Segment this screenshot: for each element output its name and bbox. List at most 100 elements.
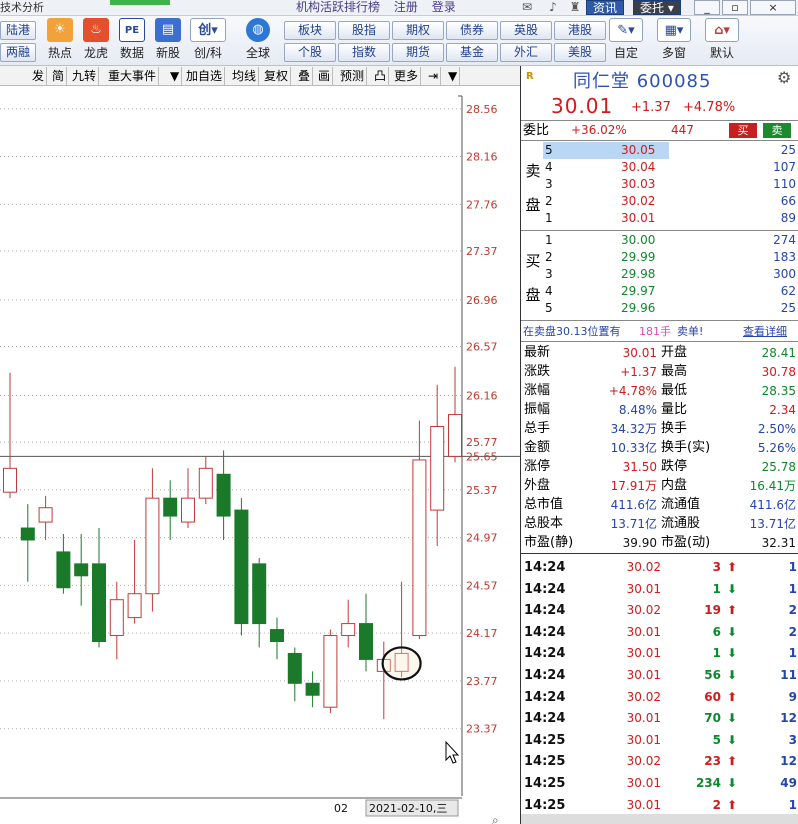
view-details-link[interactable]: 查看详细 bbox=[743, 323, 787, 340]
entrust-button[interactable]: 委托 ▾ bbox=[633, 0, 681, 15]
expand-icon[interactable]: ⇥ bbox=[426, 67, 442, 85]
bid-book: 买 盘 1 30.00 274 2 29.99 183 3 29.98 300 4 29.97 62 5… bbox=[521, 232, 798, 318]
chuang-ke-button[interactable]: 创▾ 创/科 bbox=[186, 18, 230, 64]
close-button[interactable]: × bbox=[750, 0, 796, 15]
dragon-button[interactable]: ♨ 龙虎 bbox=[78, 18, 114, 64]
candle-body bbox=[127, 593, 142, 619]
ask-row[interactable]: 4 30.04 107 bbox=[521, 159, 798, 176]
weibi-diff: 447 bbox=[671, 123, 694, 137]
restore-button[interactable]: ▫ bbox=[722, 0, 748, 15]
margin-button[interactable]: 两融 bbox=[0, 43, 36, 62]
bid-row[interactable]: 5 29.96 25 bbox=[521, 300, 798, 317]
bid-row[interactable]: 4 29.97 62 bbox=[521, 283, 798, 300]
bid-volume: 183 bbox=[773, 250, 796, 264]
ask-row[interactable]: 1 30.01 89 bbox=[521, 210, 798, 227]
grid-btn-uk[interactable]: 英股 bbox=[500, 21, 552, 40]
gear-icon[interactable]: ⚙ bbox=[777, 68, 791, 87]
stat-row: 总股本 13.71亿 流通股 13.71亿 bbox=[521, 515, 798, 534]
tab-overlay[interactable]: 叠 bbox=[296, 67, 314, 85]
home-icon: ⌂▾ bbox=[705, 18, 739, 42]
mail-icon[interactable]: ✉ bbox=[520, 1, 534, 14]
tab-fa[interactable]: 发 bbox=[30, 67, 48, 85]
multi-window-button[interactable]: ▦▾ 多窗 bbox=[654, 18, 694, 64]
main-toolbar: 陆港 两融 ☀ 热点 ♨ 龙虎 PE 数据 ▤ 新股 创▾ 创/科 ◍ 全球 板… bbox=[0, 16, 798, 66]
bid-row[interactable]: 3 29.98 300 bbox=[521, 266, 798, 283]
tick-row: 14:24 30.02 19 ⬆ 2 bbox=[521, 602, 798, 622]
minimize-button[interactable]: _ bbox=[694, 0, 720, 15]
shirt-icon[interactable]: ♜ bbox=[568, 1, 582, 14]
candle-body bbox=[56, 551, 71, 589]
custom-button[interactable]: ✎▾ 自定 bbox=[606, 18, 646, 64]
ask-level: 3 bbox=[545, 177, 553, 191]
data-button[interactable]: PE 数据 bbox=[114, 18, 150, 64]
y-tick-label: 26.96 bbox=[466, 294, 498, 307]
grid-btn-stockindex[interactable]: 股指 bbox=[338, 21, 390, 40]
tab-ma[interactable]: 均线 bbox=[230, 67, 260, 85]
tab-bump[interactable]: 凸 bbox=[372, 67, 390, 85]
tab-jian[interactable]: 简 bbox=[50, 67, 68, 85]
tick-time: 14:24 bbox=[524, 668, 566, 683]
sell-button[interactable]: 卖 bbox=[763, 123, 791, 138]
grid-btn-fx[interactable]: 外汇 bbox=[500, 43, 552, 62]
news-button[interactable]: 资讯 bbox=[586, 0, 625, 15]
link-login[interactable]: 登录 bbox=[432, 0, 456, 14]
link-register[interactable]: 注册 bbox=[394, 0, 418, 14]
bell-icon[interactable]: ♪ bbox=[546, 1, 560, 14]
tab-draw[interactable]: 画 bbox=[316, 67, 334, 85]
grid-btn-sector[interactable]: 板块 bbox=[284, 21, 336, 40]
chevron-down-icon[interactable]: ▼ bbox=[168, 67, 183, 85]
ask-level: 4 bbox=[545, 160, 553, 174]
grid-btn-us[interactable]: 美股 bbox=[554, 43, 606, 62]
buy-button[interactable]: 买 bbox=[729, 123, 757, 138]
link-ranking[interactable]: 机构活跃排行榜 bbox=[296, 0, 380, 14]
global-button[interactable]: ◍ 全球 bbox=[236, 18, 280, 64]
grid-btn-index[interactable]: 指数 bbox=[338, 43, 390, 62]
bid-row[interactable]: 2 29.99 183 bbox=[521, 249, 798, 266]
bid-price: 29.99 bbox=[621, 250, 656, 264]
tick-row: 14:25 30.01 234 ⬇ 49 bbox=[521, 775, 798, 795]
pe-data-icon: PE bbox=[119, 18, 145, 42]
tab-major-events[interactable]: 重大事件 bbox=[106, 67, 160, 85]
tick-price: 30.01 bbox=[626, 776, 661, 790]
tick-count: 2 bbox=[788, 624, 797, 639]
candle-body bbox=[341, 623, 356, 637]
tab-add-watch[interactable]: 加自选 bbox=[184, 67, 226, 85]
grid-btn-options[interactable]: 期权 bbox=[392, 21, 444, 40]
weibi-pct: +36.02% bbox=[571, 123, 627, 137]
tick-price: 30.01 bbox=[626, 581, 661, 596]
bid-price: 29.96 bbox=[621, 301, 656, 315]
tab-adjust[interactable]: 复权 bbox=[262, 67, 292, 85]
ipo-button[interactable]: ▤ 新股 bbox=[150, 18, 186, 64]
tick-price: 30.01 bbox=[626, 797, 661, 812]
hot-button[interactable]: ☀ 热点 bbox=[42, 18, 78, 64]
ask-row[interactable]: 3 30.03 110 bbox=[521, 176, 798, 193]
ask-price: 30.04 bbox=[621, 160, 656, 174]
stat-label: 涨停 bbox=[524, 459, 551, 474]
tick-price: 30.02 bbox=[626, 754, 661, 769]
arrow-down-icon: ⬇ bbox=[727, 646, 738, 661]
tab-jiuzhuan[interactable]: 九转 bbox=[70, 67, 100, 85]
default-button[interactable]: ⌂▾ 默认 bbox=[702, 18, 742, 64]
grid-btn-stocks[interactable]: 个股 bbox=[284, 43, 336, 62]
tab-predict[interactable]: 预测 bbox=[338, 67, 368, 85]
ask-row[interactable]: 2 30.02 66 bbox=[521, 193, 798, 210]
stat-row: 最新 30.01 开盘 28.41 bbox=[521, 344, 798, 363]
grid-btn-futures[interactable]: 期货 bbox=[392, 43, 444, 62]
tick-time: 14:24 bbox=[524, 624, 566, 640]
candlestick-chart[interactable]: 28.56 28.16 27.76 27.37 26.96 26.57 26.16 25.77… bbox=[0, 86, 520, 824]
grid-btn-funds[interactable]: 基金 bbox=[446, 43, 498, 62]
hk-connect-button[interactable]: 陆港 bbox=[0, 21, 36, 40]
stat-row: 涨停 31.50 跌停 25.78 bbox=[521, 458, 798, 477]
chevron-down-icon[interactable]: ▼ bbox=[446, 67, 461, 85]
bid-row[interactable]: 1 30.00 274 bbox=[521, 232, 798, 249]
tab-more[interactable]: 更多 bbox=[392, 67, 422, 85]
grid-btn-hk[interactable]: 港股 bbox=[554, 21, 606, 40]
tick-price: 30.02 bbox=[626, 689, 661, 704]
tick-count: 1 bbox=[788, 646, 797, 661]
grid-btn-bonds[interactable]: 债券 bbox=[446, 21, 498, 40]
ask-row[interactable]: 5 30.05 25 bbox=[521, 142, 798, 159]
tick-time: 14:25 bbox=[524, 732, 566, 748]
stat-value: 16.41万 bbox=[749, 479, 796, 493]
candle-body bbox=[359, 623, 373, 660]
arrow-down-icon: ⬇ bbox=[727, 711, 738, 726]
